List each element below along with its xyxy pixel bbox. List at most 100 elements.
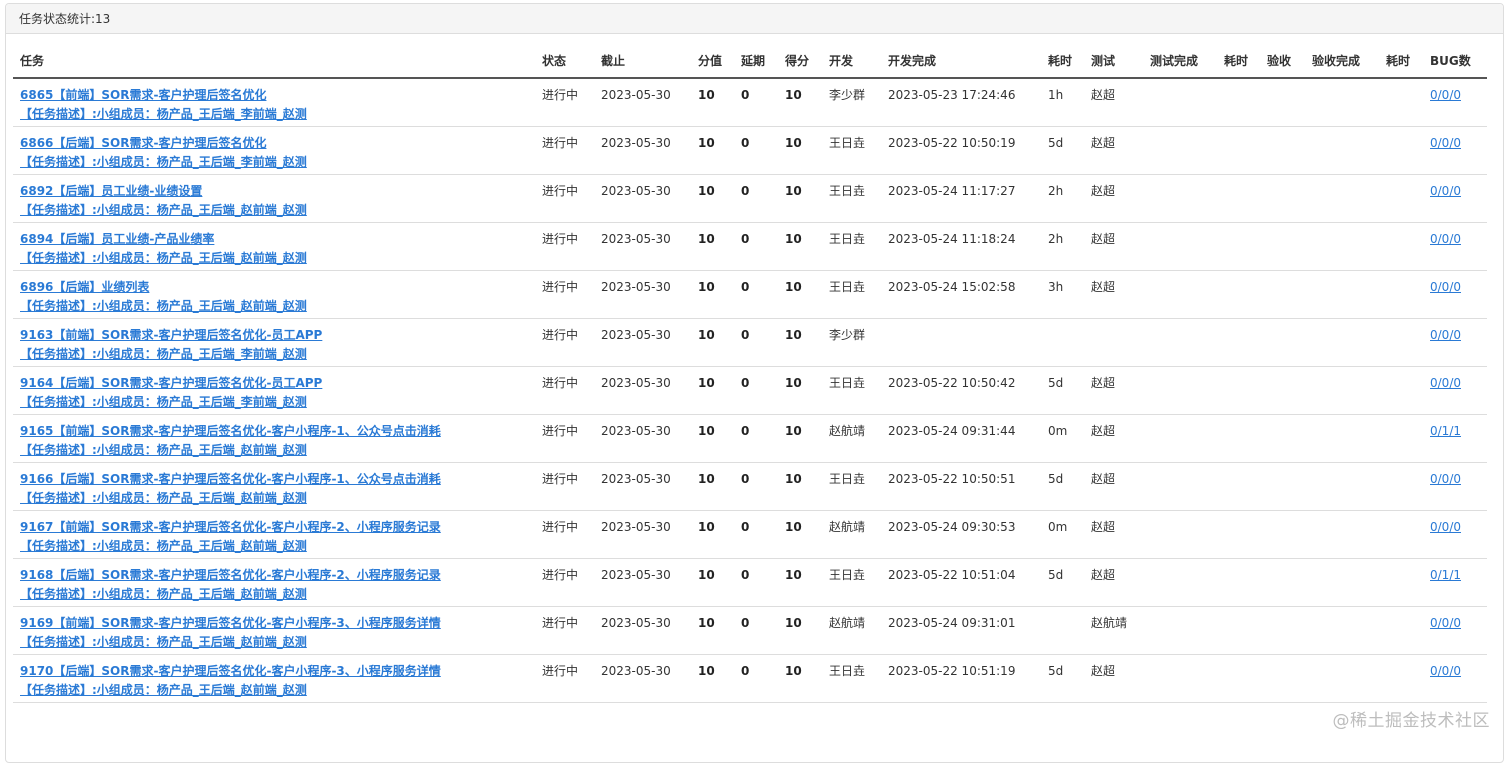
bug-count-link[interactable]: 0/0/0	[1430, 136, 1461, 150]
task-link[interactable]: 9166【后端】SOR需求-客户护理后签名优化-客户小程序-1、公众号点击消耗【…	[20, 470, 441, 508]
bug-count-link[interactable]: 0/0/0	[1430, 328, 1461, 342]
task-test-time-cell	[1217, 174, 1260, 223]
task-cell: 9168【后端】SOR需求-客户护理后签名优化-客户小程序-2、小程序服务记录【…	[13, 558, 535, 607]
task-test-time-cell	[1217, 414, 1260, 463]
bug-count-link[interactable]: 0/0/0	[1430, 616, 1461, 630]
task-delay-cell: 0	[734, 270, 778, 319]
task-score-cell: 10	[778, 462, 822, 511]
task-bugs-cell: 0/0/0	[1423, 654, 1487, 703]
task-accept-time-cell	[1379, 174, 1423, 223]
task-test-done-cell	[1143, 126, 1217, 175]
task-test-done-cell	[1143, 654, 1217, 703]
task-deadline-cell: 2023-05-30	[594, 222, 691, 271]
task-link[interactable]: 9169【前端】SOR需求-客户护理后签名优化-客户小程序-3、小程序服务详情【…	[20, 614, 441, 652]
task-link[interactable]: 6892【后端】员工业绩-业绩设置 【任务描述】:小组成员：杨产品_王后端_赵前端…	[20, 182, 307, 220]
task-status-cell: 进行中	[535, 126, 594, 175]
task-title: 9169【前端】SOR需求-客户护理后签名优化-客户小程序-3、小程序服务详情	[20, 615, 441, 630]
task-accept-time-cell	[1379, 414, 1423, 463]
bug-count-link[interactable]: 0/0/0	[1430, 664, 1461, 678]
task-test-done-cell	[1143, 174, 1217, 223]
task-accept-done-cell	[1305, 270, 1379, 319]
table-row: 6892【后端】员工业绩-业绩设置 【任务描述】:小组成员：杨产品_王后端_赵前端…	[13, 174, 1487, 223]
task-accept-done-cell	[1305, 318, 1379, 367]
task-delay-cell: 0	[734, 174, 778, 223]
task-cell: 6866【后端】SOR需求-客户护理后签名优化 【任务描述】:小组成员：杨产品_王…	[13, 126, 535, 175]
task-accept-time-cell	[1379, 654, 1423, 703]
task-accept-time-cell	[1379, 126, 1423, 175]
header-test-done: 测试完成	[1143, 43, 1217, 79]
bug-count-link[interactable]: 0/0/0	[1430, 88, 1461, 102]
task-accept-time-cell	[1379, 510, 1423, 559]
task-title: 9164【后端】SOR需求-客户护理后签名优化-员工APP	[20, 375, 323, 390]
task-dev-time-cell: 5d	[1041, 558, 1084, 607]
task-tester-cell: 赵超	[1084, 126, 1143, 175]
table-row: 9167【前端】SOR需求-客户护理后签名优化-客户小程序-2、小程序服务记录【…	[13, 510, 1487, 559]
task-test-time-cell	[1217, 510, 1260, 559]
task-dev-cell: 王日垚	[822, 558, 881, 607]
task-cell: 6894【后端】员工业绩-产品业绩率 【任务描述】:小组成员：杨产品_王后端_赵前…	[13, 222, 535, 271]
header-accept: 验收	[1260, 43, 1305, 79]
task-test-done-cell	[1143, 222, 1217, 271]
header-task: 任务	[13, 43, 535, 79]
task-link[interactable]: 9163【前端】SOR需求-客户护理后签名优化-员工APP 【任务描述】:小组成员…	[20, 326, 322, 364]
task-cell: 9167【前端】SOR需求-客户护理后签名优化-客户小程序-2、小程序服务记录【…	[13, 510, 535, 559]
task-deadline-cell: 2023-05-30	[594, 126, 691, 175]
task-bugs-cell: 0/0/0	[1423, 606, 1487, 655]
task-test-time-cell	[1217, 654, 1260, 703]
task-tester-cell: 赵航靖	[1084, 606, 1143, 655]
bug-count-link[interactable]: 0/0/0	[1430, 232, 1461, 246]
bug-count-link[interactable]: 0/0/0	[1430, 520, 1461, 534]
task-link[interactable]: 9168【后端】SOR需求-客户护理后签名优化-客户小程序-2、小程序服务记录【…	[20, 566, 441, 604]
task-cell: 9166【后端】SOR需求-客户护理后签名优化-客户小程序-1、公众号点击消耗【…	[13, 462, 535, 511]
task-accept-cell	[1260, 126, 1305, 175]
task-dev-done-cell: 2023-05-24 11:18:24	[881, 222, 1041, 271]
header-dev: 开发	[822, 43, 881, 79]
bug-count-link[interactable]: 0/1/1	[1430, 424, 1461, 438]
task-link[interactable]: 6896【后端】业绩列表 【任务描述】:小组成员：杨产品_王后端_赵前端_赵测	[20, 278, 307, 316]
header-tester: 测试	[1084, 43, 1143, 79]
task-bugs-cell: 0/0/0	[1423, 366, 1487, 415]
bug-count-link[interactable]: 0/0/0	[1430, 184, 1461, 198]
bug-count-link[interactable]: 0/0/0	[1430, 376, 1461, 390]
task-link[interactable]: 9164【后端】SOR需求-客户护理后签名优化-员工APP 【任务描述】:小组成员…	[20, 374, 322, 412]
task-link[interactable]: 9165【前端】SOR需求-客户护理后签名优化-客户小程序-1、公众号点击消耗【…	[20, 422, 441, 460]
task-delay-cell: 0	[734, 606, 778, 655]
task-dev-time-cell: 0m	[1041, 510, 1084, 559]
task-dev-time-cell: 5d	[1041, 126, 1084, 175]
task-test-done-cell	[1143, 366, 1217, 415]
task-deadline-cell: 2023-05-30	[594, 606, 691, 655]
task-score-value-cell: 10	[691, 654, 734, 703]
task-dev-time-cell: 1h	[1041, 78, 1084, 127]
bug-count-link[interactable]: 0/0/0	[1430, 472, 1461, 486]
task-title: 9165【前端】SOR需求-客户护理后签名优化-客户小程序-1、公众号点击消耗	[20, 423, 441, 438]
task-cell: 9165【前端】SOR需求-客户护理后签名优化-客户小程序-1、公众号点击消耗【…	[13, 414, 535, 463]
task-bugs-cell: 0/0/0	[1423, 174, 1487, 223]
task-delay-cell: 0	[734, 222, 778, 271]
task-description: 【任务描述】:小组成员：杨产品_王后端_李前端_赵测	[20, 154, 307, 169]
task-dev-cell: 李少群	[822, 318, 881, 367]
bug-count-link[interactable]: 0/1/1	[1430, 568, 1461, 582]
bug-count-link[interactable]: 0/0/0	[1430, 280, 1461, 294]
task-dev-time-cell: 0m	[1041, 414, 1084, 463]
header-accept-done: 验收完成	[1305, 43, 1379, 79]
task-link[interactable]: 6866【后端】SOR需求-客户护理后签名优化 【任务描述】:小组成员：杨产品_王…	[20, 134, 307, 172]
task-accept-cell	[1260, 510, 1305, 559]
task-accept-done-cell	[1305, 558, 1379, 607]
panel-title: 任务状态统计:13	[6, 4, 1503, 34]
task-status-cell: 进行中	[535, 366, 594, 415]
task-link[interactable]: 6894【后端】员工业绩-产品业绩率 【任务描述】:小组成员：杨产品_王后端_赵前…	[20, 230, 307, 268]
header-accept-time: 耗时	[1379, 43, 1423, 79]
task-test-time-cell	[1217, 606, 1260, 655]
task-status-cell: 进行中	[535, 606, 594, 655]
task-deadline-cell: 2023-05-30	[594, 318, 691, 367]
task-link[interactable]: 9167【前端】SOR需求-客户护理后签名优化-客户小程序-2、小程序服务记录【…	[20, 518, 441, 556]
task-description: 【任务描述】:小组成员：杨产品_王后端_赵前端_赵测	[20, 442, 307, 457]
watermark: @稀土掘金技术社区	[1332, 711, 1490, 731]
task-deadline-cell: 2023-05-30	[594, 414, 691, 463]
task-link[interactable]: 9170【后端】SOR需求-客户护理后签名优化-客户小程序-3、小程序服务详情【…	[20, 662, 441, 700]
task-accept-cell	[1260, 222, 1305, 271]
task-dev-cell: 王日垚	[822, 174, 881, 223]
task-status-cell: 进行中	[535, 558, 594, 607]
task-dev-done-cell: 2023-05-24 09:30:53	[881, 510, 1041, 559]
task-link[interactable]: 6865【前端】SOR需求-客户护理后签名优化 【任务描述】:小组成员：杨产品_王…	[20, 86, 307, 124]
